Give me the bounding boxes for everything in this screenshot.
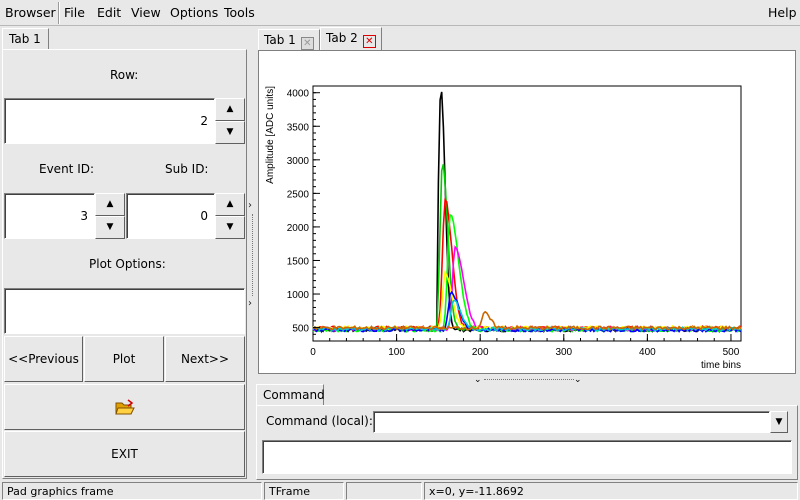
series-line-1 — [312, 163, 742, 332]
horizontal-splitter[interactable] — [484, 379, 574, 380]
close-icon[interactable]: ✕ — [362, 35, 376, 48]
x-tick-label: 500 — [723, 347, 740, 358]
y-tick-label: 4000 — [287, 89, 310, 100]
menu-browser[interactable]: Browser — [5, 5, 56, 20]
x-tick-label: 400 — [639, 347, 656, 358]
command-output — [262, 440, 792, 474]
tab-left-1-label: Tab 1 — [9, 32, 41, 46]
open-file-button[interactable] — [4, 384, 245, 430]
x-tick-label: 100 — [388, 347, 405, 358]
tab-right-2[interactable]: Tab 2 ✕ — [320, 27, 382, 51]
sub-id-input[interactable]: 0 — [126, 193, 215, 239]
status-blank — [346, 482, 422, 500]
tab-right-1-label: Tab 1 — [264, 33, 296, 47]
plot-button[interactable]: Plot — [84, 336, 164, 382]
x-axis-label: time bins — [701, 360, 741, 371]
command-dropdown-button[interactable]: ▼ — [770, 411, 788, 433]
menu-file[interactable]: File — [64, 5, 85, 20]
y-tick-label: 1000 — [287, 290, 310, 301]
y-tick-label: 3500 — [287, 122, 310, 133]
series-line-5 — [312, 269, 742, 332]
splitter-arrow-icon[interactable]: › — [248, 298, 252, 309]
event-id-label: Event ID: — [39, 162, 95, 176]
tab-command[interactable]: Command — [256, 384, 325, 406]
tab-right-2-label: Tab 2 — [326, 31, 358, 45]
plot-options-input[interactable] — [4, 288, 245, 334]
command-local-label: Command (local): — [266, 414, 373, 428]
row-input[interactable]: 2 — [4, 98, 215, 144]
row-label: Row: — [110, 68, 139, 82]
tab-command-label: Command — [263, 388, 325, 402]
row-down-button[interactable]: ▼ — [215, 121, 245, 144]
menu-view[interactable]: View — [131, 5, 161, 20]
series-line-4 — [312, 245, 742, 333]
tab-right-1[interactable]: Tab 1 ✕ — [258, 29, 320, 51]
x-tick-label: 200 — [472, 347, 489, 358]
series-line-3 — [312, 213, 742, 334]
previous-button[interactable]: <<Previous — [4, 336, 83, 382]
menu-separator — [58, 2, 60, 24]
y-tick-label: 2500 — [287, 189, 310, 200]
menu-edit[interactable]: Edit — [97, 5, 121, 20]
event-id-input[interactable]: 3 — [4, 193, 95, 239]
y-tick-label: 2000 — [287, 223, 310, 234]
vertical-splitter[interactable] — [252, 214, 253, 296]
next-button[interactable]: Next>> — [165, 336, 245, 382]
series-line-6 — [312, 290, 742, 334]
event-id-down-button[interactable]: ▼ — [95, 216, 125, 239]
y-tick-label: 1500 — [287, 256, 310, 267]
y-tick-label: 3000 — [287, 156, 310, 167]
command-input[interactable] — [373, 411, 770, 433]
plot-frame — [312, 85, 742, 342]
splitter-left-chevron-icon[interactable]: ⌄ — [474, 375, 482, 385]
menu-tools[interactable]: Tools — [224, 5, 255, 20]
folder-open-icon — [115, 399, 135, 415]
menu-help[interactable]: Help — [768, 5, 797, 20]
y-tick-label: 500 — [292, 324, 309, 335]
row-up-button[interactable]: ▲ — [215, 98, 245, 121]
close-icon[interactable]: ✕ — [300, 37, 314, 50]
series-line-2 — [312, 197, 742, 332]
status-left: Pad graphics frame — [2, 482, 262, 500]
status-mid: TFrame — [264, 482, 344, 500]
sub-id-up-button[interactable]: ▲ — [215, 193, 245, 216]
y-axis-label: Amplitude [ADC units] — [265, 86, 276, 184]
event-id-up-button[interactable]: ▲ — [95, 193, 125, 216]
menu-bar: Browser File Edit View Options Tools Hel… — [0, 0, 800, 26]
amplitude-chart[interactable]: 0 100 200 300 400 500 500 1000 1500 2000 2500 3000 3… — [259, 51, 795, 373]
sub-id-down-button[interactable]: ▼ — [215, 216, 245, 239]
plot-options-label: Plot Options: — [89, 257, 166, 271]
series-line-0 — [312, 91, 742, 333]
splitter-arrow-icon[interactable]: › — [248, 200, 252, 211]
sub-id-label: Sub ID: — [165, 162, 209, 176]
pad-canvas[interactable]: 0 100 200 300 400 500 500 1000 1500 2000 2500 3000 3… — [258, 50, 796, 374]
menu-options[interactable]: Options — [170, 5, 218, 20]
x-tick-label: 0 — [310, 347, 316, 358]
exit-button[interactable]: EXIT — [4, 431, 245, 477]
x-tick-label: 300 — [555, 347, 572, 358]
tab-left-1[interactable]: Tab 1 — [2, 28, 49, 50]
status-coords: x=0, y=-11.8692 — [424, 482, 798, 500]
splitter-right-chevron-icon[interactable]: ⌄ — [574, 375, 582, 385]
